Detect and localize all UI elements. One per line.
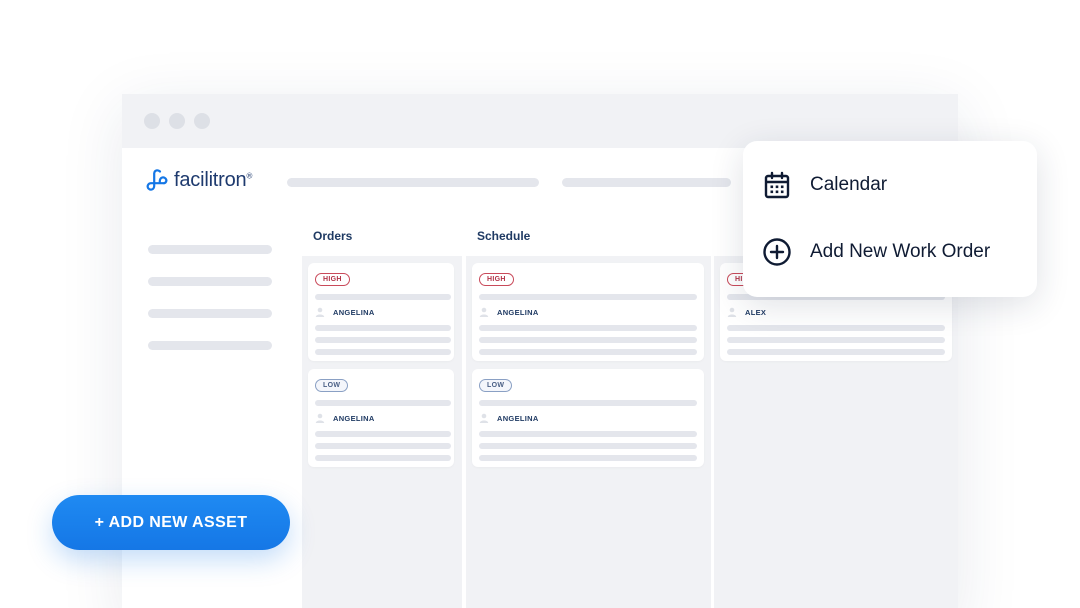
priority-badge: HIGH (479, 273, 514, 286)
person-icon (479, 413, 489, 423)
column-orders: HIGH ANGELINA LOW ANGELINA (302, 256, 462, 608)
menu-item-add-work-order[interactable]: Add New Work Order (761, 234, 990, 270)
sidebar-item-placeholder[interactable] (148, 309, 272, 318)
calendar-icon (764, 171, 790, 199)
card-line-placeholder (479, 349, 697, 355)
work-order-card[interactable]: HIGH ANGELINA (472, 263, 704, 361)
column-third: HI ALEX (714, 256, 958, 608)
card-title-placeholder (315, 400, 451, 406)
assignee-name: ANGELINA (497, 307, 539, 317)
work-order-card[interactable]: LOW ANGELINA (472, 369, 704, 467)
card-assignee: ANGELINA (315, 307, 375, 317)
column-header-orders: Orders (313, 229, 353, 243)
assignee-name: ALEX (745, 307, 767, 317)
nav-placeholder-1[interactable] (287, 178, 539, 187)
card-line-placeholder (479, 443, 697, 449)
assignee-name: ANGELINA (333, 307, 375, 317)
card-line-placeholder (315, 455, 451, 461)
nav-placeholder-2[interactable] (562, 178, 731, 187)
card-line-placeholder (315, 431, 451, 437)
person-icon (479, 307, 489, 317)
column-header-schedule: Schedule (477, 229, 531, 243)
card-line-placeholder (727, 349, 945, 355)
sidebar-item-placeholder[interactable] (148, 341, 272, 350)
window-control-maximize[interactable] (194, 113, 210, 129)
card-line-placeholder (727, 337, 945, 343)
sidebar-item-placeholder[interactable] (148, 245, 272, 254)
assignee-name: ANGELINA (497, 413, 539, 423)
window-control-minimize[interactable] (169, 113, 185, 129)
assignee-name: ANGELINA (333, 413, 375, 423)
card-line-placeholder (479, 431, 697, 437)
card-assignee: ANGELINA (315, 413, 375, 423)
menu-item-label: Calendar (810, 174, 888, 195)
card-line-placeholder (315, 337, 451, 343)
window-control-close[interactable] (144, 113, 160, 129)
person-icon (727, 307, 737, 317)
sidebar-item-placeholder[interactable] (148, 277, 272, 286)
add-new-asset-button[interactable]: + ADD NEW ASSET (52, 495, 290, 550)
card-line-placeholder (479, 325, 697, 331)
window-titlebar (122, 94, 958, 148)
plus-circle-icon (763, 238, 791, 266)
card-title-placeholder (479, 400, 697, 406)
person-icon (315, 413, 325, 423)
card-line-placeholder (315, 443, 451, 449)
work-order-card[interactable]: LOW ANGELINA (308, 369, 454, 467)
column-schedule: HIGH ANGELINA LOW ANGELINA (466, 256, 711, 608)
priority-badge: HIGH (315, 273, 350, 286)
card-assignee: ANGELINA (479, 413, 539, 423)
add-menu-dropdown: Calendar Add New Work Order (743, 141, 1037, 297)
brand-name: facilitron® (174, 168, 253, 191)
menu-item-label: Add New Work Order (810, 241, 991, 262)
card-line-placeholder (479, 455, 697, 461)
stage: facilitron® Orders HIGH ANGELINA LOW ANG… (0, 0, 1080, 608)
brand-logo[interactable]: facilitron® (145, 165, 252, 195)
card-title-placeholder (315, 294, 451, 300)
card-assignee: ALEX (727, 307, 766, 317)
card-title-placeholder (479, 294, 697, 300)
priority-badge: LOW (479, 379, 513, 392)
facilitron-logo-icon (146, 169, 168, 191)
card-line-placeholder (727, 325, 945, 331)
card-line-placeholder (479, 337, 697, 343)
card-line-placeholder (315, 325, 451, 331)
card-assignee: ANGELINA (479, 307, 539, 317)
menu-item-calendar[interactable]: Calendar (761, 167, 887, 203)
card-line-placeholder (315, 349, 451, 355)
person-icon (315, 307, 325, 317)
work-order-card[interactable]: HIGH ANGELINA (308, 263, 454, 361)
priority-badge: LOW (315, 379, 349, 392)
